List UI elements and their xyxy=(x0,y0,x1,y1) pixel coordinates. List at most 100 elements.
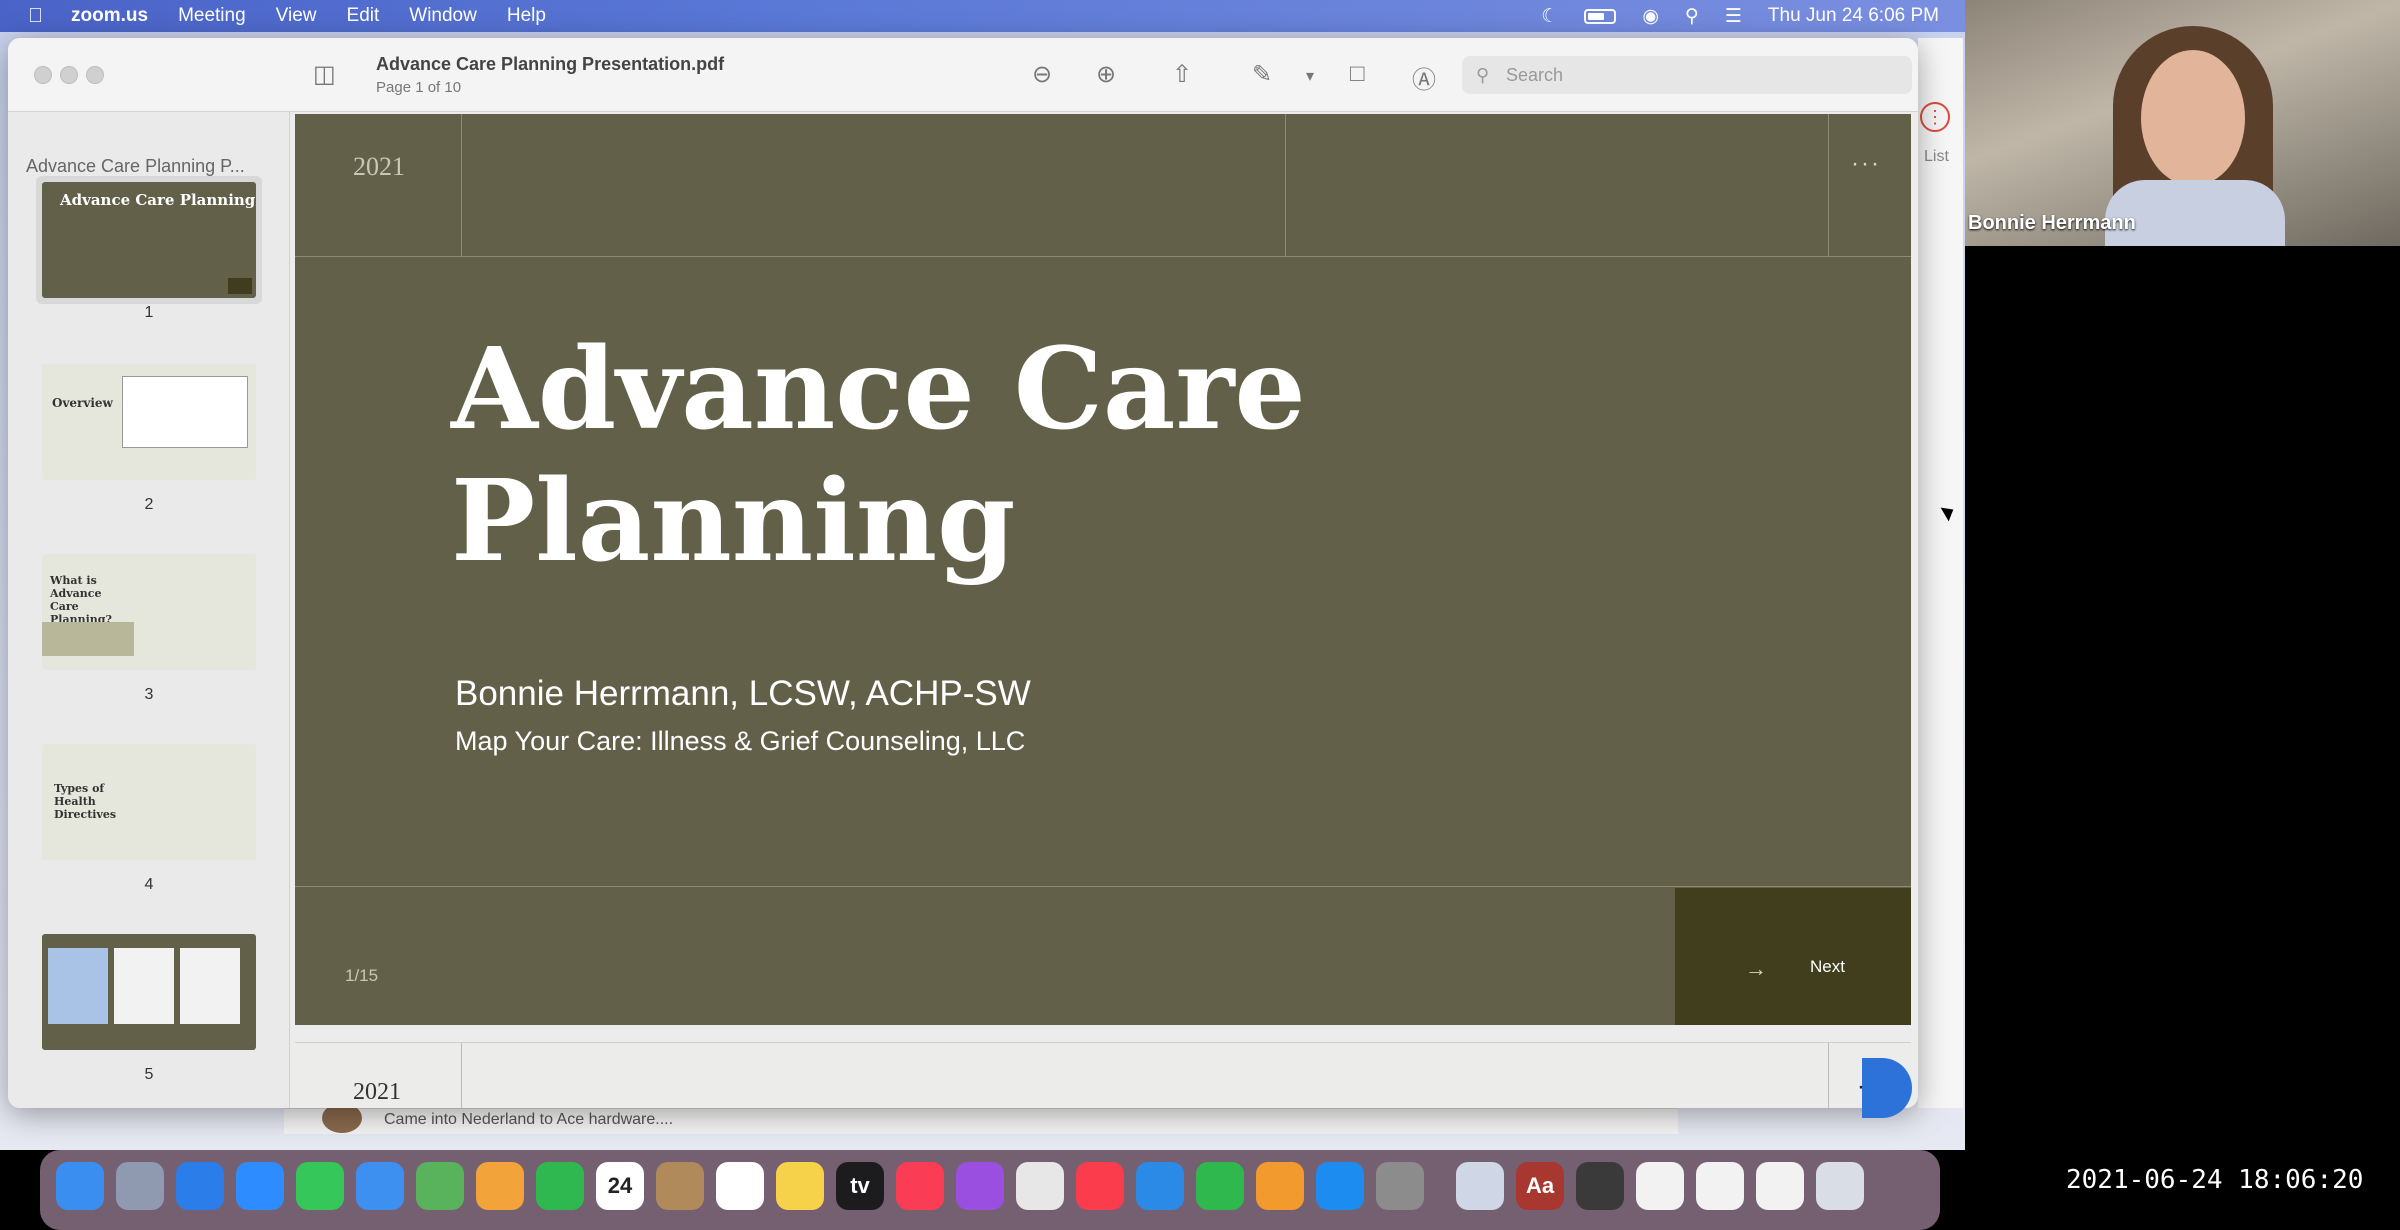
slide-page-2: 2021 ··· xyxy=(295,1042,1911,1108)
thumbnail-label: 5 xyxy=(144,1066,154,1083)
menu-window[interactable]: Window xyxy=(409,5,477,27)
dock-messages-icon[interactable] xyxy=(296,1162,344,1210)
thumbnail-page-2[interactable]: Overview xyxy=(42,364,256,480)
divider xyxy=(295,886,1911,887)
thumbnail-heading: Overview xyxy=(52,396,113,410)
menu-meeting[interactable]: Meeting xyxy=(178,5,246,27)
thumbnail-page-5[interactable] xyxy=(42,934,256,1050)
search-placeholder: Search xyxy=(1506,65,1564,85)
dock-photos-icon[interactable] xyxy=(476,1162,524,1210)
search-field[interactable]: ⚲ Search xyxy=(1462,56,1912,94)
thumbnail-heading: Types of Health Directives xyxy=(54,782,117,821)
slide-title-line: Planning xyxy=(451,456,1016,587)
dock-system-preferences-icon[interactable] xyxy=(1376,1162,1424,1210)
dock-document-2-icon[interactable] xyxy=(1696,1162,1744,1210)
thumbnail-page-1[interactable]: Advance Care Planning xyxy=(42,182,256,298)
slide-menu-icon[interactable]: ··· xyxy=(1851,150,1881,178)
next-button[interactable] xyxy=(1675,888,1911,1025)
menu-bar:  zoom.us Meeting View Edit Window Help … xyxy=(0,0,1965,32)
next-label[interactable]: Next xyxy=(1810,957,1845,977)
dock-mail-icon[interactable] xyxy=(356,1162,404,1210)
dock-document-3-icon[interactable] xyxy=(1756,1162,1804,1210)
list-label: List xyxy=(1924,148,1949,165)
sidebar-toggle-icon[interactable]: ◫ xyxy=(313,60,336,89)
moon-icon[interactable]: ☾ xyxy=(1541,5,1558,28)
slide-organization: Map Your Care: Illness & Grief Counselin… xyxy=(455,726,1026,756)
dock-document-1-icon[interactable] xyxy=(1636,1162,1684,1210)
menu-edit[interactable]: Edit xyxy=(347,5,380,27)
share-icon[interactable]: ⇧ xyxy=(1172,60,1192,89)
divider xyxy=(1828,1043,1829,1108)
zoom-in-icon[interactable]: ⊕ xyxy=(1096,60,1116,89)
slide-author: Bonnie Herrmann, LCSW, ACHP-SW xyxy=(455,674,1031,713)
dock-safari-icon[interactable] xyxy=(176,1162,224,1210)
webcam-video[interactable] xyxy=(1965,0,2400,246)
dock-dictionary-icon[interactable]: Aa xyxy=(1516,1162,1564,1210)
thumbnail-heading: Advance Care Planning xyxy=(60,191,256,209)
menu-help[interactable]: Help xyxy=(507,5,546,27)
dock-maps-icon[interactable] xyxy=(416,1162,464,1210)
thumbnail-image xyxy=(114,948,174,1024)
thumbnail-heading: What is Advance Care Planning? xyxy=(50,574,112,626)
dock-podcasts-icon[interactable] xyxy=(956,1162,1004,1210)
preview-window: ◫ Advance Care Planning Presentation.pdf… xyxy=(8,38,1918,1108)
chevron-down-icon[interactable]: ▾ xyxy=(1306,66,1314,86)
divider xyxy=(461,114,462,256)
slide-year: 2021 xyxy=(353,1079,401,1105)
control-center-icon[interactable]: ☰ xyxy=(1725,5,1742,28)
dock-calculator-icon[interactable] xyxy=(1576,1162,1624,1210)
dock-app-store-icon[interactable] xyxy=(1316,1162,1364,1210)
thumbnail-sidebar: Advance Care Planning P... Advance Care … xyxy=(8,112,290,1108)
zoom-button[interactable] xyxy=(86,66,104,84)
divider xyxy=(1828,114,1829,256)
menu-view[interactable]: View xyxy=(276,5,317,27)
dock-zoom-icon[interactable] xyxy=(236,1162,284,1210)
menu-app-name[interactable]: zoom.us xyxy=(71,5,148,27)
dock-calendar-icon[interactable]: 24 xyxy=(596,1162,644,1210)
menubar-clock[interactable]: Thu Jun 24 6:06 PM xyxy=(1768,5,1939,27)
dock-trash-icon[interactable] xyxy=(1816,1162,1864,1210)
dock-launchpad-icon[interactable] xyxy=(116,1162,164,1210)
annotate-icon[interactable]: Ⓐ xyxy=(1412,60,1436,95)
sidebar-title: Advance Care Planning P... xyxy=(26,156,245,176)
divider xyxy=(1285,114,1286,256)
dock-facetime-icon[interactable] xyxy=(536,1162,584,1210)
chat-message[interactable]: Came into Nederland to Ace hardware.... xyxy=(384,1111,673,1129)
rotate-icon[interactable]: □ xyxy=(1350,60,1365,88)
thumbnail-image xyxy=(122,376,248,448)
dock-news-icon[interactable] xyxy=(1076,1162,1124,1210)
battery-icon[interactable] xyxy=(1584,8,1617,24)
thumbnail-label: 1 xyxy=(144,304,154,321)
close-button[interactable] xyxy=(34,66,52,84)
divider xyxy=(295,256,1911,257)
dock-keynote-icon[interactable] xyxy=(1136,1162,1184,1210)
dock-preview-icon[interactable] xyxy=(1456,1162,1504,1210)
more-icon[interactable]: ⋮ xyxy=(1920,102,1950,132)
dock-music-icon[interactable] xyxy=(896,1162,944,1210)
slide-title: Advance Care Planning xyxy=(451,324,1551,588)
search-icon: ⚲ xyxy=(1476,65,1490,85)
wifi-icon[interactable]: ◉ xyxy=(1642,5,1659,28)
dock-reminders-icon[interactable] xyxy=(716,1162,764,1210)
dock-contacts-icon[interactable] xyxy=(656,1162,704,1210)
thumbnail-panel xyxy=(42,622,134,656)
thumbnail-page-4[interactable]: Types of Health Directives xyxy=(42,744,256,860)
arrow-right-icon[interactable]: → xyxy=(1745,956,1767,982)
recording-timestamp: 2021-06-24 18:06:20 xyxy=(2066,1165,2364,1195)
thumbnail-label: 2 xyxy=(144,496,154,513)
dock-pages-icon[interactable] xyxy=(1256,1162,1304,1210)
preview-toolbar: ◫ Advance Care Planning Presentation.pdf… xyxy=(8,38,1918,112)
dock-numbers-icon[interactable] xyxy=(1196,1162,1244,1210)
dock-tv-icon[interactable]: tv xyxy=(836,1162,884,1210)
dock-chrome-icon[interactable] xyxy=(1016,1162,1064,1210)
search-icon[interactable]: ⚲ xyxy=(1685,5,1699,28)
dock-notes-icon[interactable] xyxy=(776,1162,824,1210)
minimize-button[interactable] xyxy=(60,66,78,84)
participant-name: Bonnie Herrmann xyxy=(1968,212,2136,234)
markup-pen-icon[interactable]: ✎ xyxy=(1252,60,1272,89)
thumbnail-page-3[interactable]: What is Advance Care Planning? xyxy=(42,554,256,670)
apple-icon[interactable]:  xyxy=(28,5,43,28)
thumbnail-next-box xyxy=(228,278,252,294)
dock-finder-icon[interactable] xyxy=(56,1162,104,1210)
zoom-out-icon[interactable]: ⊖ xyxy=(1032,60,1052,89)
